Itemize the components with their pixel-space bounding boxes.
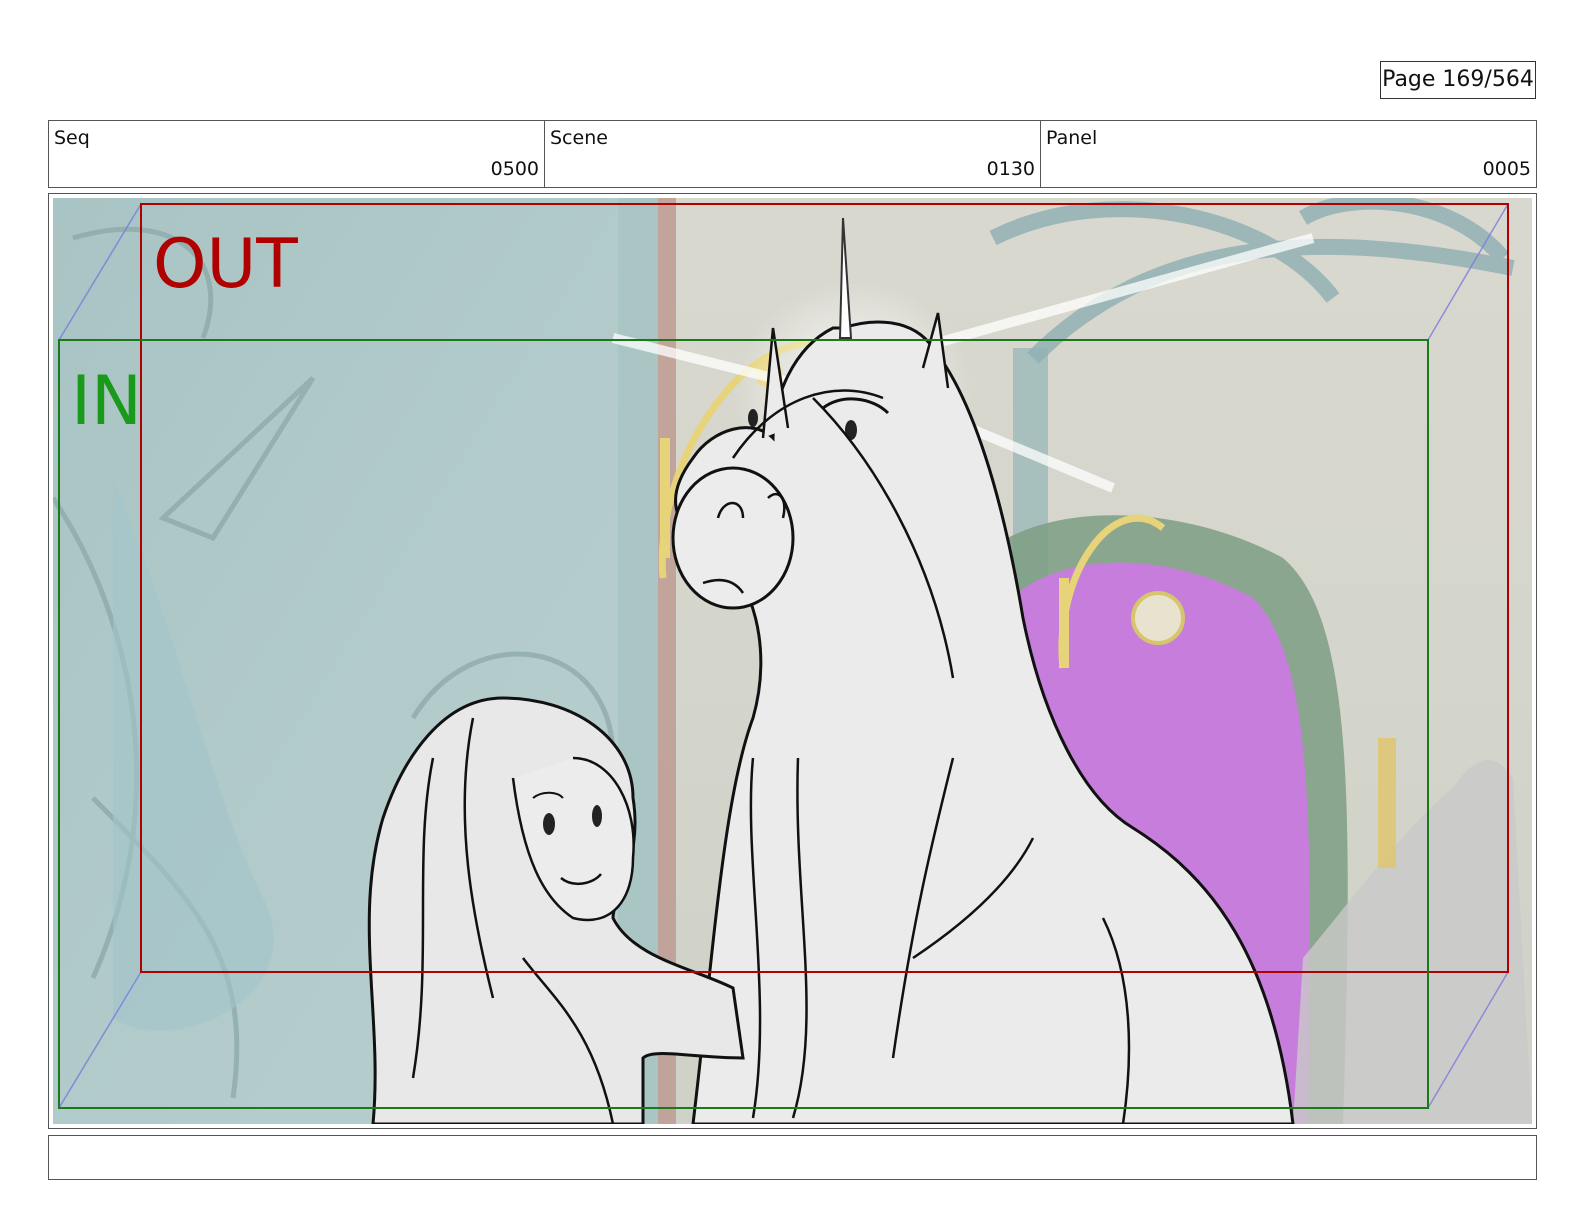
in-frame-label: IN	[71, 362, 142, 441]
scene-label: Scene	[550, 127, 608, 149]
storyboard-artwork: OUT IN	[53, 198, 1532, 1124]
page-number: Page 169/564	[1380, 61, 1536, 99]
panel-info-header: Seq 0500 Scene 0130 Panel 0005	[48, 120, 1537, 188]
panel-cell: Panel 0005	[1041, 121, 1536, 187]
scene-cell: Scene 0130	[545, 121, 1041, 187]
panel-label: Panel	[1046, 127, 1098, 149]
seq-cell: Seq 0500	[49, 121, 545, 187]
right-lamp	[1378, 738, 1396, 868]
panel-value: 0005	[1482, 158, 1531, 180]
scene-value: 0130	[986, 158, 1035, 180]
seq-label: Seq	[54, 127, 90, 149]
out-frame-label: OUT	[153, 225, 298, 304]
storyboard-panel: OUT IN	[48, 193, 1537, 1129]
seq-value: 0500	[490, 158, 539, 180]
storyboard-drawing: OUT IN	[53, 198, 1532, 1124]
panel-caption-box	[48, 1135, 1537, 1180]
